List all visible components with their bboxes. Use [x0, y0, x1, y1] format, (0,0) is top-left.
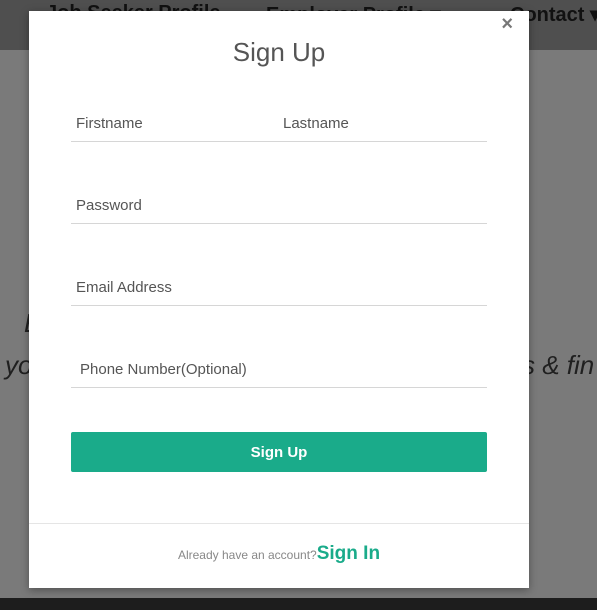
signin-link[interactable]: Sign In [317, 543, 380, 564]
phone-row [71, 352, 487, 388]
signup-button[interactable]: Sign Up [71, 432, 487, 472]
footer-divider [29, 523, 529, 524]
email-row [71, 270, 487, 306]
password-row [71, 188, 487, 224]
hero-text-fragment: s & fin [522, 350, 595, 380]
email-field[interactable] [71, 270, 487, 305]
modal-footer: Already have an account?Sign In [29, 543, 529, 565]
phone-field[interactable] [71, 352, 487, 387]
modal-title: Sign Up [232, 37, 326, 67]
firstname-field[interactable] [71, 106, 271, 141]
lastname-field[interactable] [278, 106, 478, 141]
signin-prompt: Already have an account? [177, 548, 317, 562]
name-row [71, 106, 487, 142]
bottom-strip [0, 598, 597, 610]
signup-modal: × Sign Up Sign Up Already have an accoun… [29, 11, 529, 588]
close-icon[interactable]: × [501, 13, 513, 36]
password-field[interactable] [71, 188, 487, 223]
